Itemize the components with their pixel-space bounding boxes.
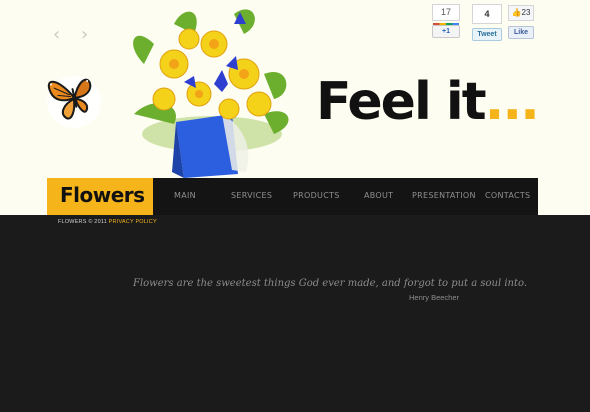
nav-item-presentation[interactable]: PRESENTATION [412,191,476,200]
nav-item-contacts[interactable]: CONTACTS [485,191,530,200]
logo-text: Flowers [60,183,145,207]
copyright-text: FLOWERS © 2011 [58,219,107,225]
tagline-dots: ... [484,72,540,132]
facebook-like-widget: 👍23 Like [508,5,534,39]
thumbs-up-icon: 👍 [511,8,522,17]
tagline-text: Feel it [316,72,487,132]
gplus-count: 17 [432,4,460,21]
twitter-share-widget: 4 Tweet [472,4,502,41]
nav-item-products[interactable]: PRODUCTS [293,191,340,200]
nav-item-main[interactable]: MAIN [174,191,196,200]
footer-copyright: FLOWERS © 2011 PRIVACY POLICY [58,219,157,225]
chevron-right-icon[interactable]: › [81,26,95,44]
like-count-value: 23 [521,8,531,17]
tagline-heading: Feel it... [316,72,540,132]
chevron-left-icon[interactable]: ‹ [53,26,67,44]
nav-item-about[interactable]: ABOUT [364,191,393,200]
quote-author: Henry Beecher [409,293,460,302]
site-logo[interactable]: Flowers [47,178,153,215]
tweet-button[interactable]: Tweet [472,28,502,41]
flower-bouquet-image [133,9,289,178]
tweet-count: 4 [472,4,502,24]
gplus-share-widget: 17 +1 [432,4,460,38]
like-button[interactable]: Like [508,26,534,39]
nav-item-services[interactable]: SERVICES [231,191,272,200]
privacy-policy-link[interactable]: PRIVACY POLICY [109,219,157,225]
gplus-button[interactable]: +1 [432,23,460,38]
like-count: 👍23 [508,5,534,21]
butterfly-image [47,76,101,128]
quote-text: Flowers are the sweetest things God ever… [133,278,528,289]
